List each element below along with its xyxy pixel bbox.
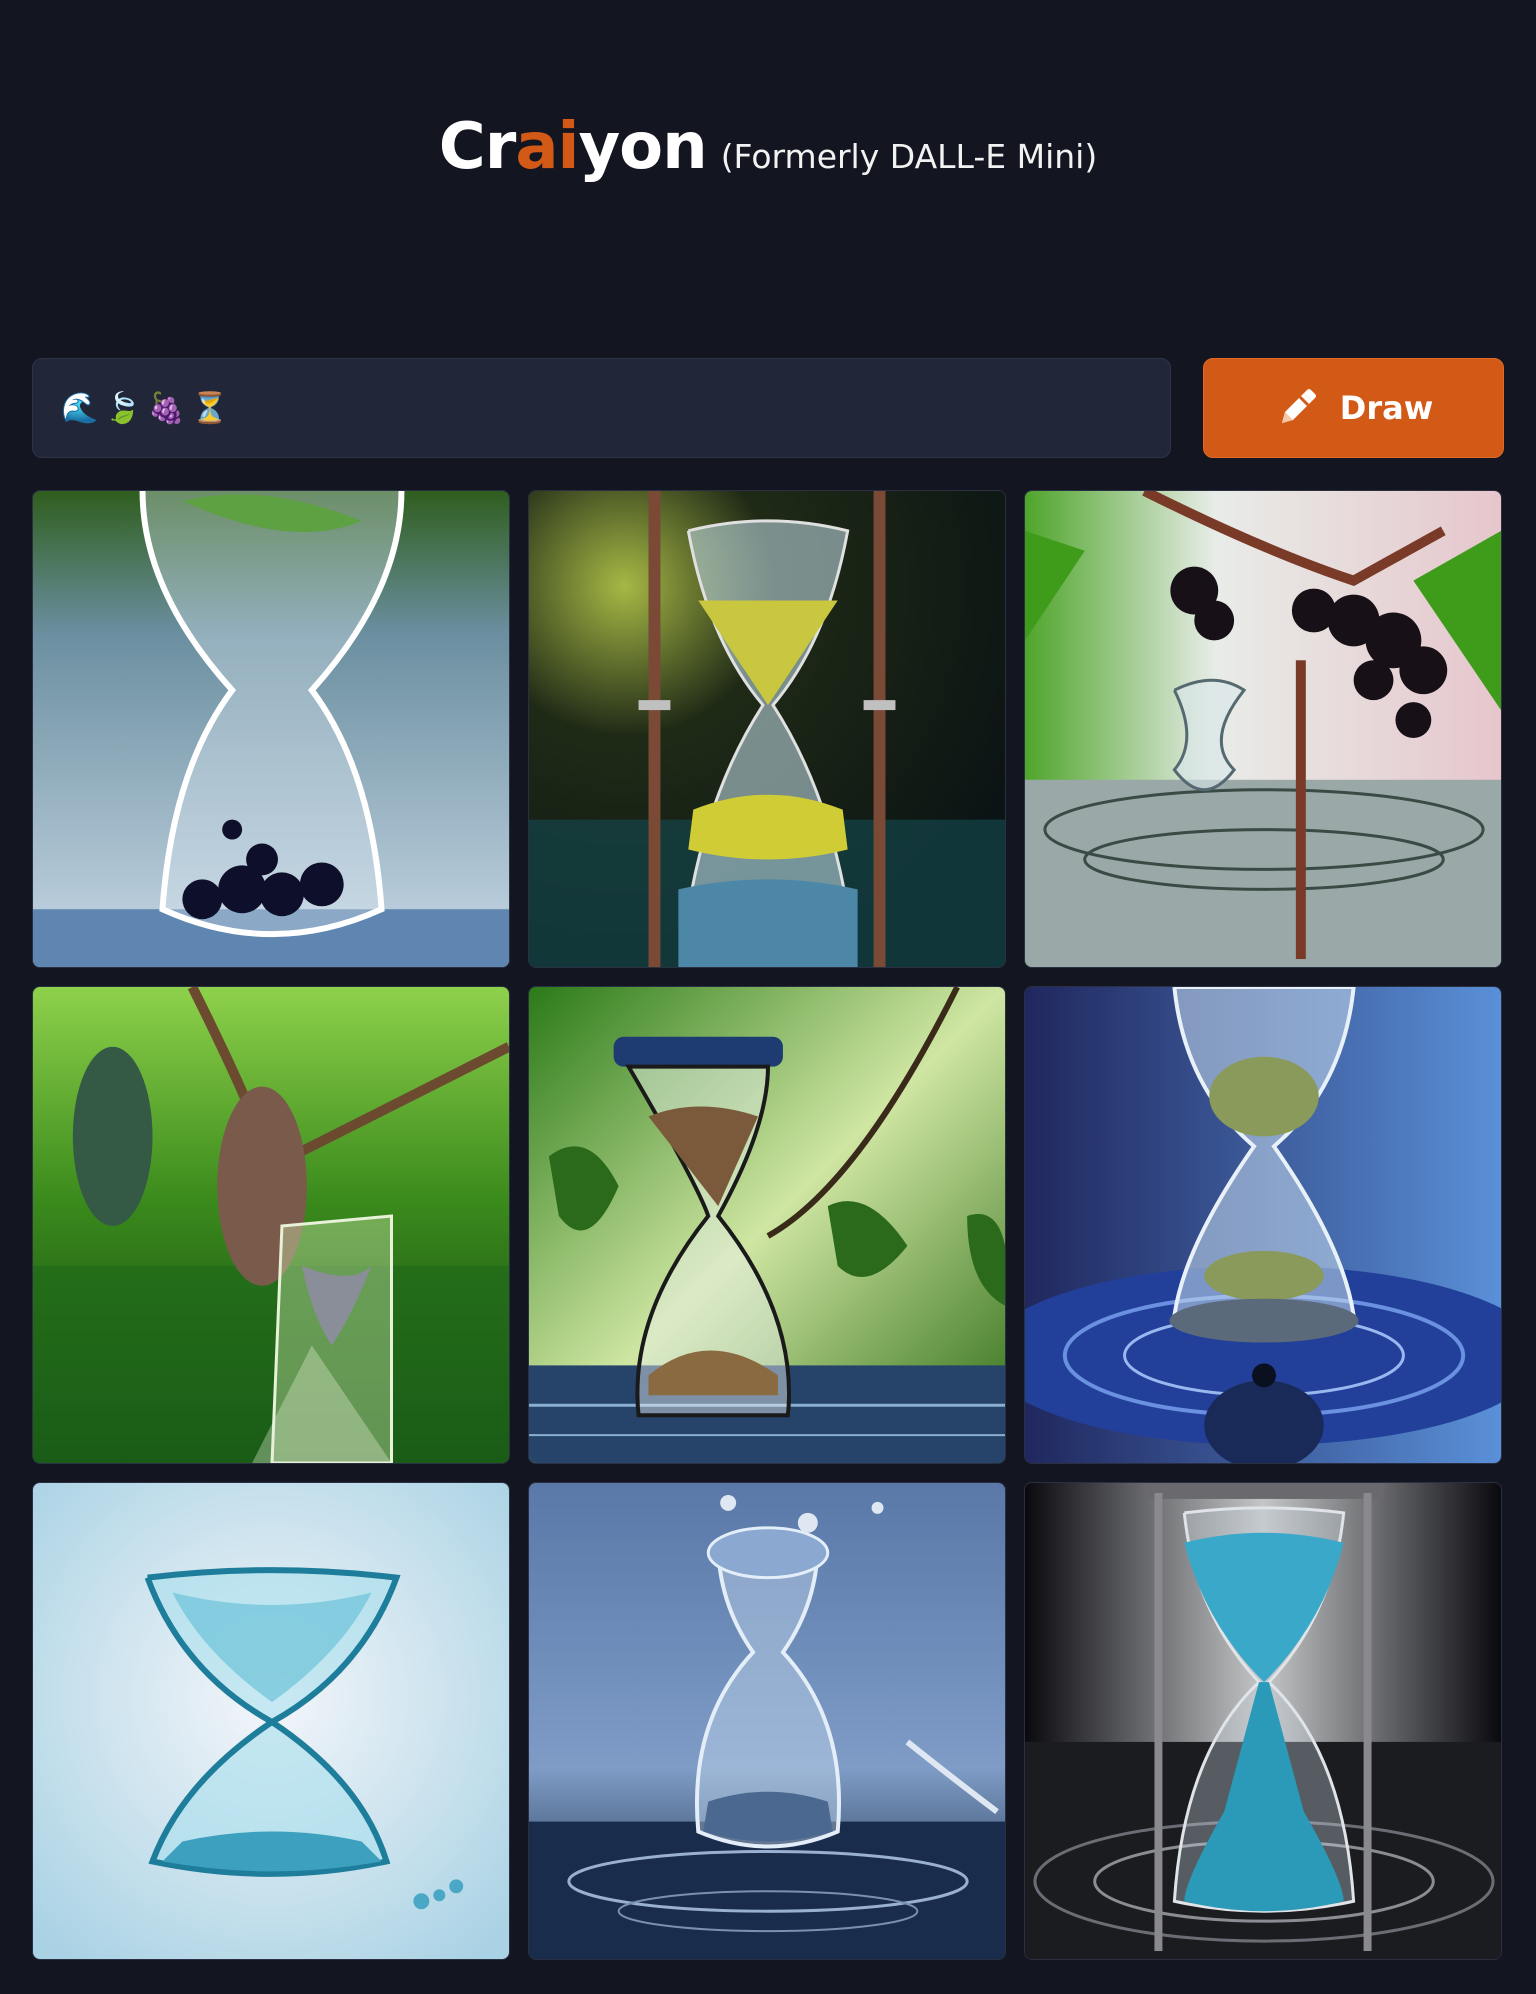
brand-part-1: Cr	[438, 110, 517, 184]
pencil-icon	[1274, 385, 1320, 431]
results-grid	[32, 490, 1504, 1960]
result-image-3[interactable]	[1024, 490, 1502, 968]
prompt-row: Draw	[32, 358, 1504, 458]
result-image-7[interactable]	[32, 1482, 510, 1960]
result-image-9[interactable]	[1024, 1482, 1502, 1960]
brand-part-2: yon	[578, 110, 707, 184]
draw-button-label: Draw	[1339, 389, 1434, 427]
header: Craiyon (Formerly DALL-E Mini)	[0, 110, 1536, 184]
prompt-input[interactable]	[61, 390, 1170, 426]
result-image-4[interactable]	[32, 986, 510, 1464]
result-image-5[interactable]	[528, 986, 1006, 1464]
brand-name: Craiyon	[438, 110, 708, 184]
result-image-1[interactable]	[32, 490, 510, 968]
result-image-6[interactable]	[1024, 986, 1502, 1464]
draw-button[interactable]: Draw	[1203, 358, 1504, 458]
prompt-field-container	[32, 358, 1171, 458]
result-image-2[interactable]	[528, 490, 1006, 968]
result-image-8[interactable]	[528, 1482, 1006, 1960]
logo[interactable]: Craiyon (Formerly DALL-E Mini)	[439, 110, 1097, 184]
brand-accent: ai	[515, 110, 579, 184]
brand-subtitle: (Formerly DALL-E Mini)	[720, 137, 1098, 176]
